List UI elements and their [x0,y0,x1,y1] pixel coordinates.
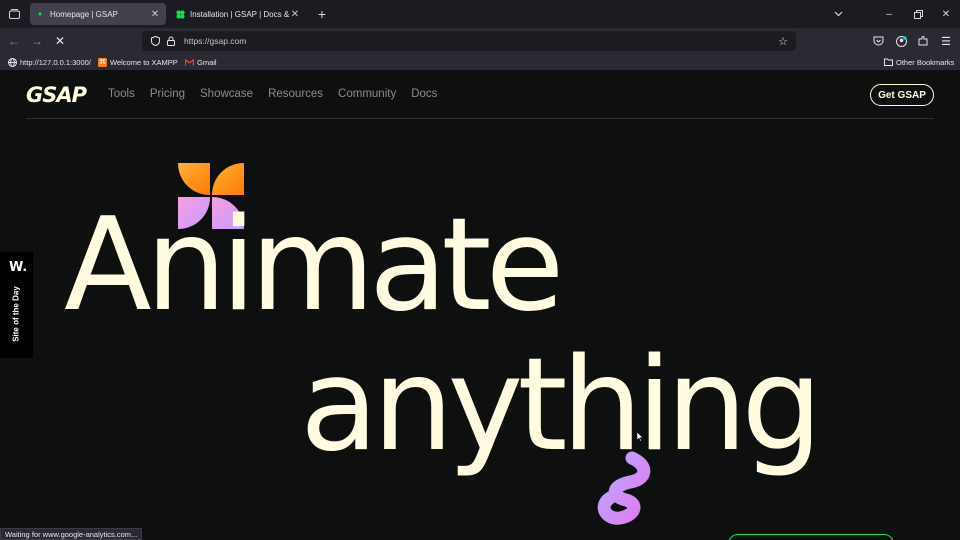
other-bookmarks-label: Other Bookmarks [896,57,955,67]
gsap-favicon-icon [36,10,44,18]
mouse-cursor-icon [637,432,643,442]
close-tab-icon[interactable]: ✕ [150,9,160,20]
menu-icon[interactable]: ☰ [938,33,954,49]
address-bar[interactable]: https://gsap.com ☆ [142,31,796,51]
globe-icon [8,57,17,67]
tab-title: Installation | GSAP | Docs & Lea [190,9,290,19]
tab-homepage-gsap[interactable]: Homepage | GSAP ✕ [30,3,166,25]
get-gsap-button[interactable]: Get GSAP [870,84,934,106]
lock-icon[interactable] [164,34,178,48]
tab-installation[interactable]: Installation | GSAP | Docs & Lea ✕ [170,3,306,25]
nav-showcase[interactable]: Showcase [200,88,253,100]
cta-outline-partial[interactable] [728,534,894,540]
close-window-icon[interactable]: ✕ [938,6,954,22]
gsap-logo[interactable]: GSAP [26,83,87,107]
back-icon[interactable]: ← [6,33,22,49]
page-content: GSAP Tools Pricing Showcase Resources Co… [0,70,960,540]
tab-bar: Homepage | GSAP ✕ Installation | GSAP | … [0,0,960,28]
stop-loading-icon[interactable]: ✕ [52,33,68,49]
nav-community[interactable]: Community [338,88,396,100]
headline-line-2: anything [300,331,823,480]
bookmark-label: Gmail [197,57,217,67]
gmail-icon [185,58,194,67]
pocket-icon[interactable] [870,33,886,49]
nav-tools[interactable]: Tools [108,88,135,100]
new-tab-icon[interactable]: + [314,6,330,22]
extensions-icon[interactable] [915,33,931,49]
bookmark-xampp[interactable]: ⌘ Welcome to XAMPP [98,56,178,68]
headline-line-1: Animate [64,191,564,340]
restore-icon[interactable] [910,6,926,22]
site-navigation: Tools Pricing Showcase Resources Communi… [108,88,437,100]
squiggle-shape-icon [597,451,651,525]
bookmark-localhost[interactable]: http://127.0.0.1:3000/ [8,56,91,68]
xampp-icon: ⌘ [98,57,107,67]
header-divider [26,118,934,119]
account-icon[interactable] [893,33,909,49]
navigation-toolbar: ← → ✕ https://gsap.com ☆ ☰ [0,28,960,54]
badge-label: Site of the Day [11,286,21,342]
other-bookmarks[interactable]: Other Bookmarks [884,56,954,68]
tab-list-icon[interactable] [6,6,22,22]
shield-icon[interactable] [148,34,162,48]
close-tab-icon[interactable]: ✕ [290,9,300,20]
nav-pricing[interactable]: Pricing [150,88,185,100]
bookmark-label: http://127.0.0.1:3000/ [20,57,91,67]
clover-favicon-icon [176,10,185,19]
status-bar: Waiting for www.google-analytics.com... [0,528,143,540]
forward-icon[interactable]: → [29,33,45,49]
bookmarks-bar: http://127.0.0.1:3000/ ⌘ Welcome to XAMP… [0,54,960,70]
url-text[interactable]: https://gsap.com [184,36,776,46]
awwwards-logo: W. [9,260,28,275]
bookmark-label: Welcome to XAMPP [110,57,178,67]
bookmark-gmail[interactable]: Gmail [185,56,217,68]
folder-icon [884,58,893,67]
minimize-icon[interactable]: – [881,6,897,22]
nav-resources[interactable]: Resources [268,88,323,100]
tab-title: Homepage | GSAP [50,9,118,19]
nav-docs[interactable]: Docs [411,88,437,100]
site-of-the-day-badge[interactable]: W. Site of the Day [0,252,33,358]
bookmark-star-icon[interactable]: ☆ [776,34,790,48]
chevron-down-icon[interactable] [830,6,846,22]
